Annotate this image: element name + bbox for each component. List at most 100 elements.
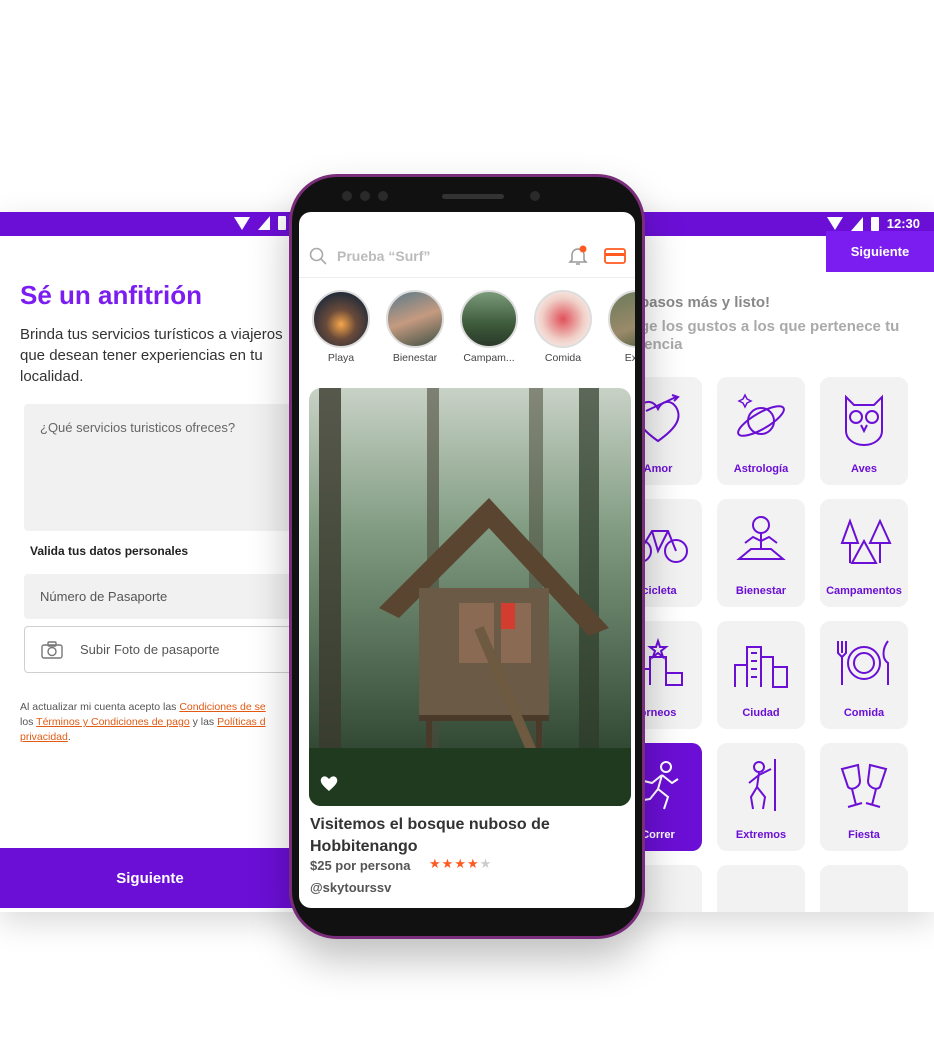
terms-mid: los <box>20 716 37 728</box>
category-label: Astrología <box>733 463 789 475</box>
category-tile-campamentos[interactable]: Campamentos <box>820 499 908 607</box>
signal-icon <box>258 216 270 230</box>
star-icon: ★ <box>466 856 480 871</box>
star-icon: ★ <box>429 856 442 871</box>
post-title[interactable]: Visitemos el bosque nuboso de Hobbitenan… <box>310 814 610 858</box>
next-button[interactable]: Siguiente <box>826 231 934 272</box>
star-icon: ★ <box>454 856 467 871</box>
steps-text: pasos más y listo! <box>640 294 771 311</box>
story-label: Campam... <box>463 352 515 364</box>
story-label: Playa <box>327 352 355 364</box>
story-thumbnail <box>312 290 370 348</box>
terms-mid: y las <box>189 716 218 728</box>
sensor-icon <box>378 191 388 201</box>
tent-icon <box>840 518 892 564</box>
credit-card-icon[interactable] <box>604 248 626 264</box>
toast-icon <box>840 763 888 808</box>
speaker-grille <box>442 194 504 199</box>
phone-screen: Prueba “Surf” Playa Bienestar Campam... … <box>299 212 635 908</box>
privacy-link[interactable]: privacidad <box>20 731 68 743</box>
search-icon <box>309 247 327 265</box>
story-label: Extre <box>624 352 635 364</box>
category-tile-comida[interactable]: Comida <box>820 621 908 729</box>
page-title: Sé un anfitrión <box>20 280 202 310</box>
story-thumbnail <box>460 290 518 348</box>
star-empty-icon: ★ <box>479 856 493 871</box>
privacy-policy-link[interactable]: Políticas d <box>217 716 265 728</box>
host-signup-screen: Sé un anfitrión Brinda tus servicios tur… <box>0 212 300 912</box>
camera-icon <box>41 641 63 659</box>
star-icon: ★ <box>441 856 455 871</box>
forest-cabin-image <box>309 388 631 806</box>
owl-icon <box>845 394 883 447</box>
category-tile-bienestar[interactable]: Bienestar <box>717 499 805 607</box>
services-input[interactable]: ¿Qué servicios turisticos ofreces? <box>24 404 300 531</box>
post-image[interactable] <box>309 388 631 806</box>
story-playa[interactable]: Playa <box>309 290 373 364</box>
category-tile-astrologia[interactable]: Astrología <box>717 377 805 485</box>
story-thumbnail <box>608 290 635 348</box>
heart-icon[interactable] <box>319 774 339 792</box>
category-label: Ciudad <box>742 707 780 719</box>
category-label: orneos <box>639 707 677 719</box>
wifi-icon <box>234 216 250 230</box>
story-label: Bienestar <box>392 352 438 364</box>
upload-passport-label: Subir Foto de pasaporte <box>80 642 220 657</box>
signal-icon <box>850 216 863 231</box>
category-tile-extremos[interactable]: Extremos <box>717 743 805 851</box>
category-label: Amor <box>643 463 673 475</box>
status-clock: 12:30 <box>886 216 920 231</box>
wifi-icon <box>826 217 843 230</box>
category-tile-partial[interactable] <box>717 865 805 912</box>
story-comida[interactable]: Comida <box>531 290 595 364</box>
validate-section-label: Valida tus datos personales <box>30 544 189 558</box>
category-tile-partial[interactable] <box>820 865 908 912</box>
story-label: Comida <box>544 352 582 364</box>
category-label: Bienestar <box>735 585 787 597</box>
terms-text: Al actualizar mi cuenta acepto las Condi… <box>20 700 300 745</box>
sensor-icon <box>342 191 352 201</box>
category-label: Campamentos <box>826 585 902 597</box>
story-bienestar[interactable]: Bienestar <box>383 290 447 364</box>
payment-terms-link[interactable]: Términos y Condiciones de pago <box>36 716 190 728</box>
search-bar[interactable]: Prueba “Surf” <box>299 234 635 278</box>
camera-lens-icon <box>360 191 370 201</box>
category-label: Aves <box>851 463 877 475</box>
battery-icon <box>278 216 286 230</box>
meditation-icon <box>736 516 786 560</box>
story-campamentos[interactable]: Campam... <box>457 290 521 364</box>
category-label: Comida <box>843 707 885 719</box>
rating-stars: ★★★★★ <box>429 856 492 872</box>
story-thumbnail <box>534 290 592 348</box>
interests-screen: 12:30 Siguiente pasos más y listo! ge lo… <box>634 212 934 912</box>
search-input[interactable]: Prueba “Surf” <box>337 248 430 264</box>
phone-device: Prueba “Surf” Playa Bienestar Campam... … <box>289 174 645 939</box>
category-tile-fiesta[interactable]: Fiesta <box>820 743 908 851</box>
upload-passport-button[interactable]: Subir Foto de pasaporte <box>24 626 300 673</box>
next-button[interactable]: Siguiente <box>0 848 300 908</box>
choose-interests-text: ge los gustos a los que pertenece tu ien… <box>640 318 900 353</box>
post-author[interactable]: @skytourssv <box>310 880 391 895</box>
service-conditions-link[interactable]: Condiciones de se <box>179 701 265 713</box>
status-bar <box>0 212 300 236</box>
battery-icon <box>870 216 879 231</box>
category-tile-ciudad[interactable]: Ciudad <box>717 621 805 729</box>
planet-icon <box>737 393 785 437</box>
passport-number-input[interactable]: Número de Pasaporte <box>24 574 300 619</box>
climber-icon <box>748 759 776 811</box>
story-extremos[interactable]: Extre <box>605 290 635 364</box>
category-tile-aves[interactable]: Aves <box>820 377 908 485</box>
category-label: Extremos <box>735 829 787 841</box>
phone-bezel-top <box>292 177 642 217</box>
terms-prefix: Al actualizar mi cuenta acepto las <box>20 701 180 713</box>
terms-suffix: . <box>67 731 71 743</box>
bell-icon[interactable] <box>567 245 589 267</box>
page-description: Brinda tus servicios turísticos a viajer… <box>20 326 283 385</box>
category-label: Fiesta <box>848 829 880 841</box>
front-camera-icon <box>530 191 540 201</box>
post-price: $25 por persona <box>310 858 411 873</box>
story-thumbnail <box>386 290 444 348</box>
city-icon <box>734 646 788 688</box>
category-label: Correr <box>641 829 675 841</box>
plate-icon <box>837 640 889 685</box>
